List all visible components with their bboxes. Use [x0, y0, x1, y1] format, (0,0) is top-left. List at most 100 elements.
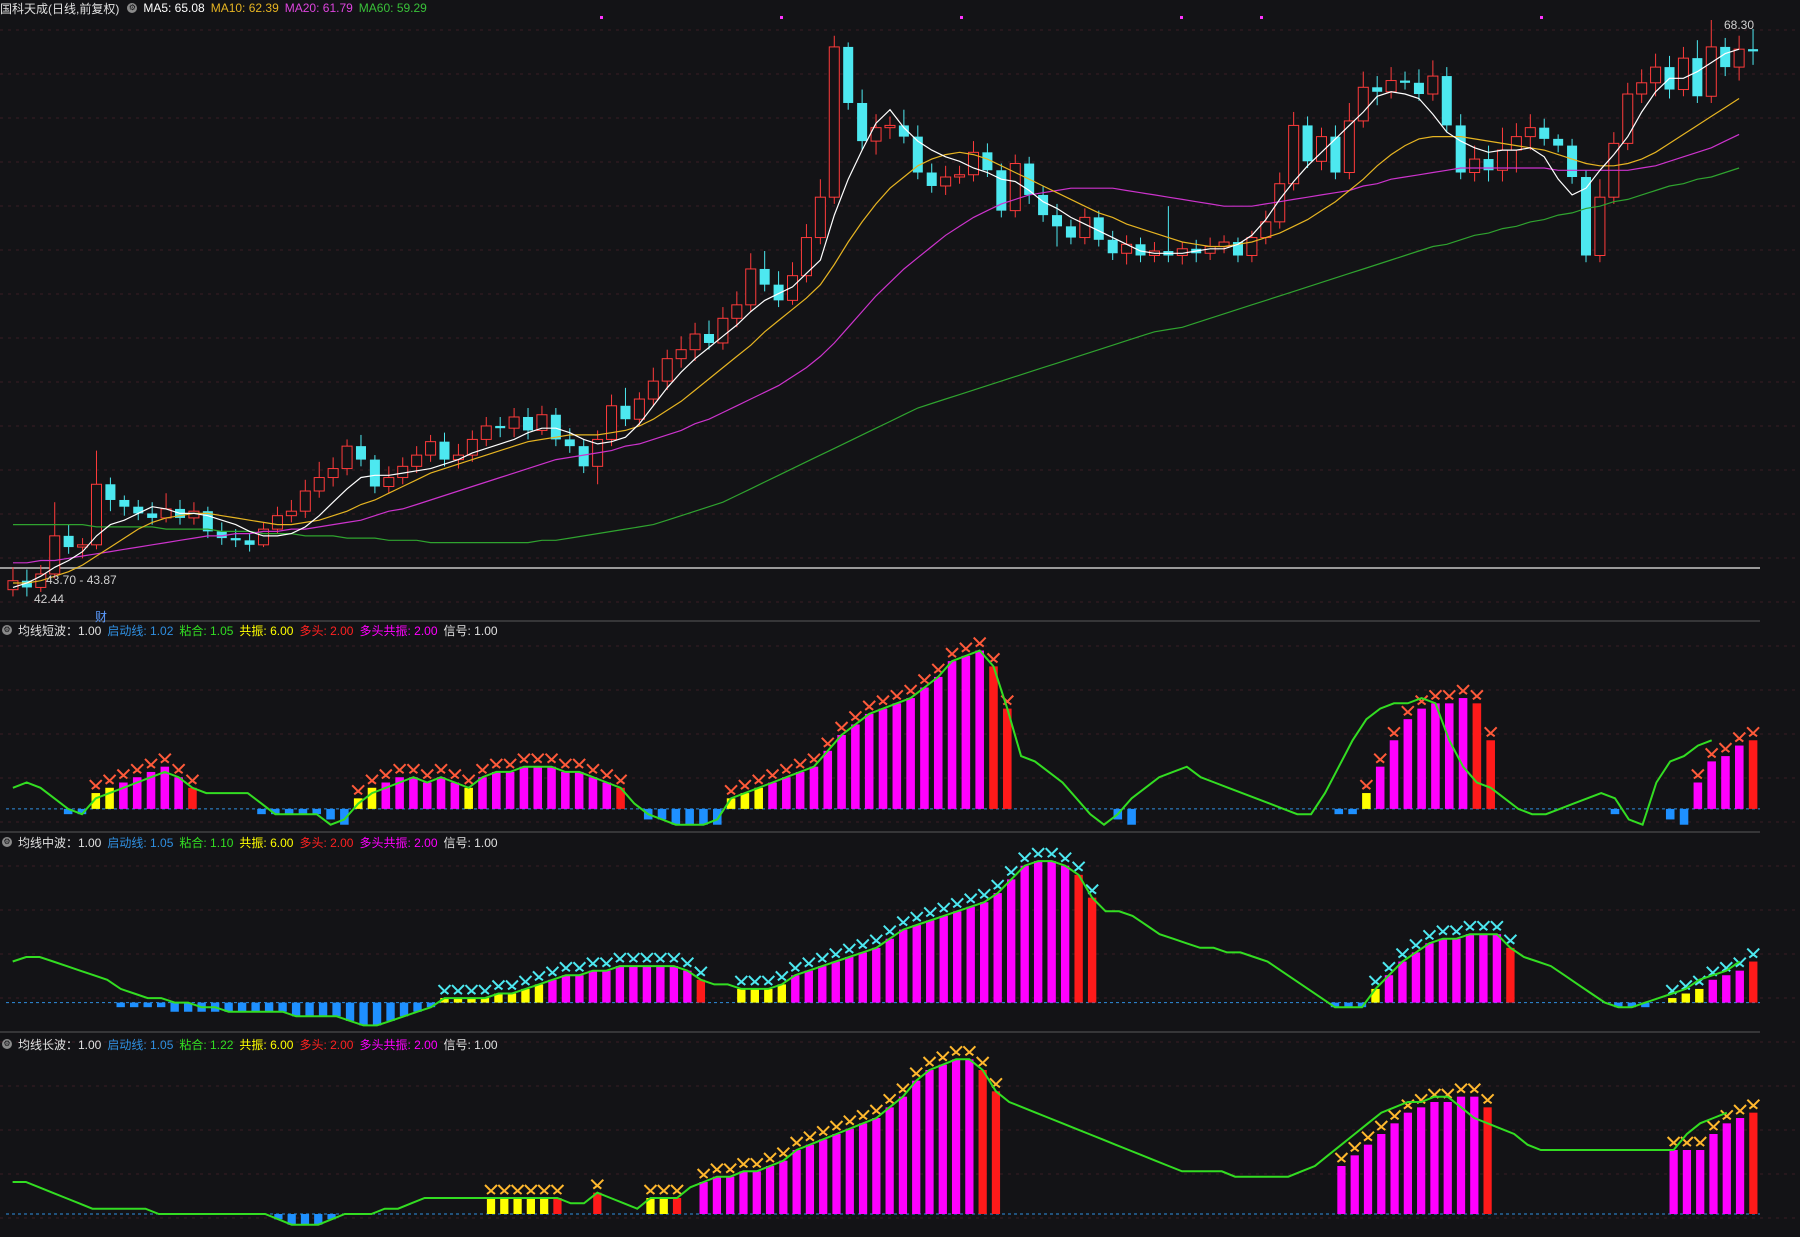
signal-marker: [680, 956, 695, 968]
indicator-bar: [170, 1002, 179, 1012]
indicator-bar: [345, 1002, 355, 1021]
candle-body-up: [689, 333, 701, 351]
candle-body-up: [940, 176, 952, 187]
indicator-bar: [989, 666, 998, 809]
signal-marker: [793, 758, 807, 769]
signal-marker: [484, 1184, 498, 1195]
candle-body-down: [355, 446, 366, 460]
indicator-bar: [251, 1002, 260, 1012]
qidong-label: 启动线: 1.02: [107, 623, 174, 638]
settings-icon[interactable]: ⚙: [127, 3, 138, 13]
indicator-bar: [966, 906, 975, 1003]
indicator-bar: [1679, 808, 1689, 825]
indicator-bar: [864, 713, 874, 809]
candle-body-up: [383, 477, 395, 488]
signal-marker: [392, 763, 407, 775]
indicator-bar: [1417, 708, 1426, 809]
indicator-bar: [561, 771, 570, 809]
signal-marker: [1387, 726, 1401, 738]
signal-marker: [116, 768, 131, 780]
top-marker: [1180, 16, 1183, 19]
indicator-bar: [642, 966, 652, 1003]
candle-body-up: [1733, 48, 1745, 68]
signal-marker: [761, 975, 776, 986]
candle-body-up: [1079, 216, 1091, 239]
nianhe-label: 粘合: 1.22: [179, 1037, 234, 1052]
indicator-bar: [548, 979, 557, 1003]
candle-body-down: [439, 441, 450, 460]
candle-body-up: [285, 510, 297, 517]
signal-marker: [883, 925, 897, 936]
signal-marker: [869, 934, 883, 945]
indicator-bar: [975, 650, 984, 809]
indicator-bar: [953, 911, 962, 1003]
settings-icon[interactable]: ⚙: [2, 1039, 12, 1049]
candle-body-up: [1288, 124, 1300, 185]
indicator-bar: [521, 988, 530, 1003]
signal-marker: [590, 1178, 605, 1190]
indicator-bar: [1337, 1166, 1346, 1214]
indicator-bar: [372, 1002, 382, 1026]
candle-body-up: [271, 515, 283, 530]
candle-body-down: [564, 439, 575, 447]
signal-marker: [1334, 1152, 1349, 1163]
signal-marker: [613, 774, 628, 785]
indicator-bar: [898, 1096, 908, 1214]
signal-marker: [102, 774, 117, 785]
candle-body-up: [1246, 237, 1258, 256]
indicator-bar: [1709, 1134, 1718, 1214]
candle-body-up: [480, 425, 492, 440]
indicator-bar: [795, 771, 805, 809]
candle-body-down: [147, 513, 158, 518]
signal-marker: [765, 768, 780, 780]
settings-icon[interactable]: ⚙: [2, 625, 12, 635]
signal-marker: [437, 984, 452, 995]
indicator-bar: [858, 1123, 868, 1214]
signal-marker: [696, 1168, 711, 1179]
signal-marker: [1422, 929, 1437, 941]
indicator-bar: [1681, 993, 1690, 1003]
signal-marker: [451, 984, 465, 995]
gongzhen-label: 共振: 6.00: [239, 835, 294, 850]
indicator-bar: [602, 782, 612, 809]
settings-icon[interactable]: ⚙: [2, 837, 12, 847]
signal-marker: [497, 1184, 512, 1195]
signal-marker: [869, 1104, 884, 1115]
signal-marker: [524, 1184, 538, 1195]
signal-marker: [1483, 726, 1498, 738]
indicator-bar: [947, 661, 957, 809]
indicator-bar: [1735, 745, 1744, 809]
indicator-bar: [143, 1002, 152, 1008]
candle-body-down: [230, 538, 241, 541]
indicator-bar: [768, 782, 777, 809]
candle-body-down: [119, 499, 130, 507]
indicator-bar: [1722, 975, 1731, 1003]
indicator-bar: [951, 1059, 961, 1214]
signal-marker: [643, 1184, 658, 1195]
indicator-bar: [1443, 1102, 1452, 1214]
candle-body-up: [745, 268, 757, 306]
ma5-label: MA5: 65.08: [143, 1, 205, 15]
indicator-bar: [858, 952, 867, 1003]
signal-marker: [945, 647, 959, 658]
signal-marker: [406, 763, 421, 775]
candle-body-down: [369, 459, 380, 487]
indicator-bar: [912, 925, 921, 1003]
indicator-bar: [1006, 879, 1016, 1003]
indicator-bar: [920, 687, 929, 809]
signal-marker: [959, 642, 973, 653]
indicator-bar: [792, 1150, 801, 1214]
indicator-bar: [669, 966, 679, 1003]
indicator-bar: [1350, 1155, 1359, 1214]
indicator-bar: [505, 771, 515, 809]
signal-marker: [776, 1146, 791, 1158]
indicator-bar: [1749, 1112, 1758, 1214]
signal-marker: [856, 1109, 870, 1121]
top-marker: [960, 16, 963, 19]
ma10-label: MA10: 62.39: [210, 1, 279, 15]
indicator-bar: [899, 929, 908, 1003]
candle-body-down: [926, 172, 937, 186]
candle-body-up: [327, 468, 339, 479]
signal-marker: [491, 979, 506, 991]
candle-body-down: [1065, 226, 1076, 238]
